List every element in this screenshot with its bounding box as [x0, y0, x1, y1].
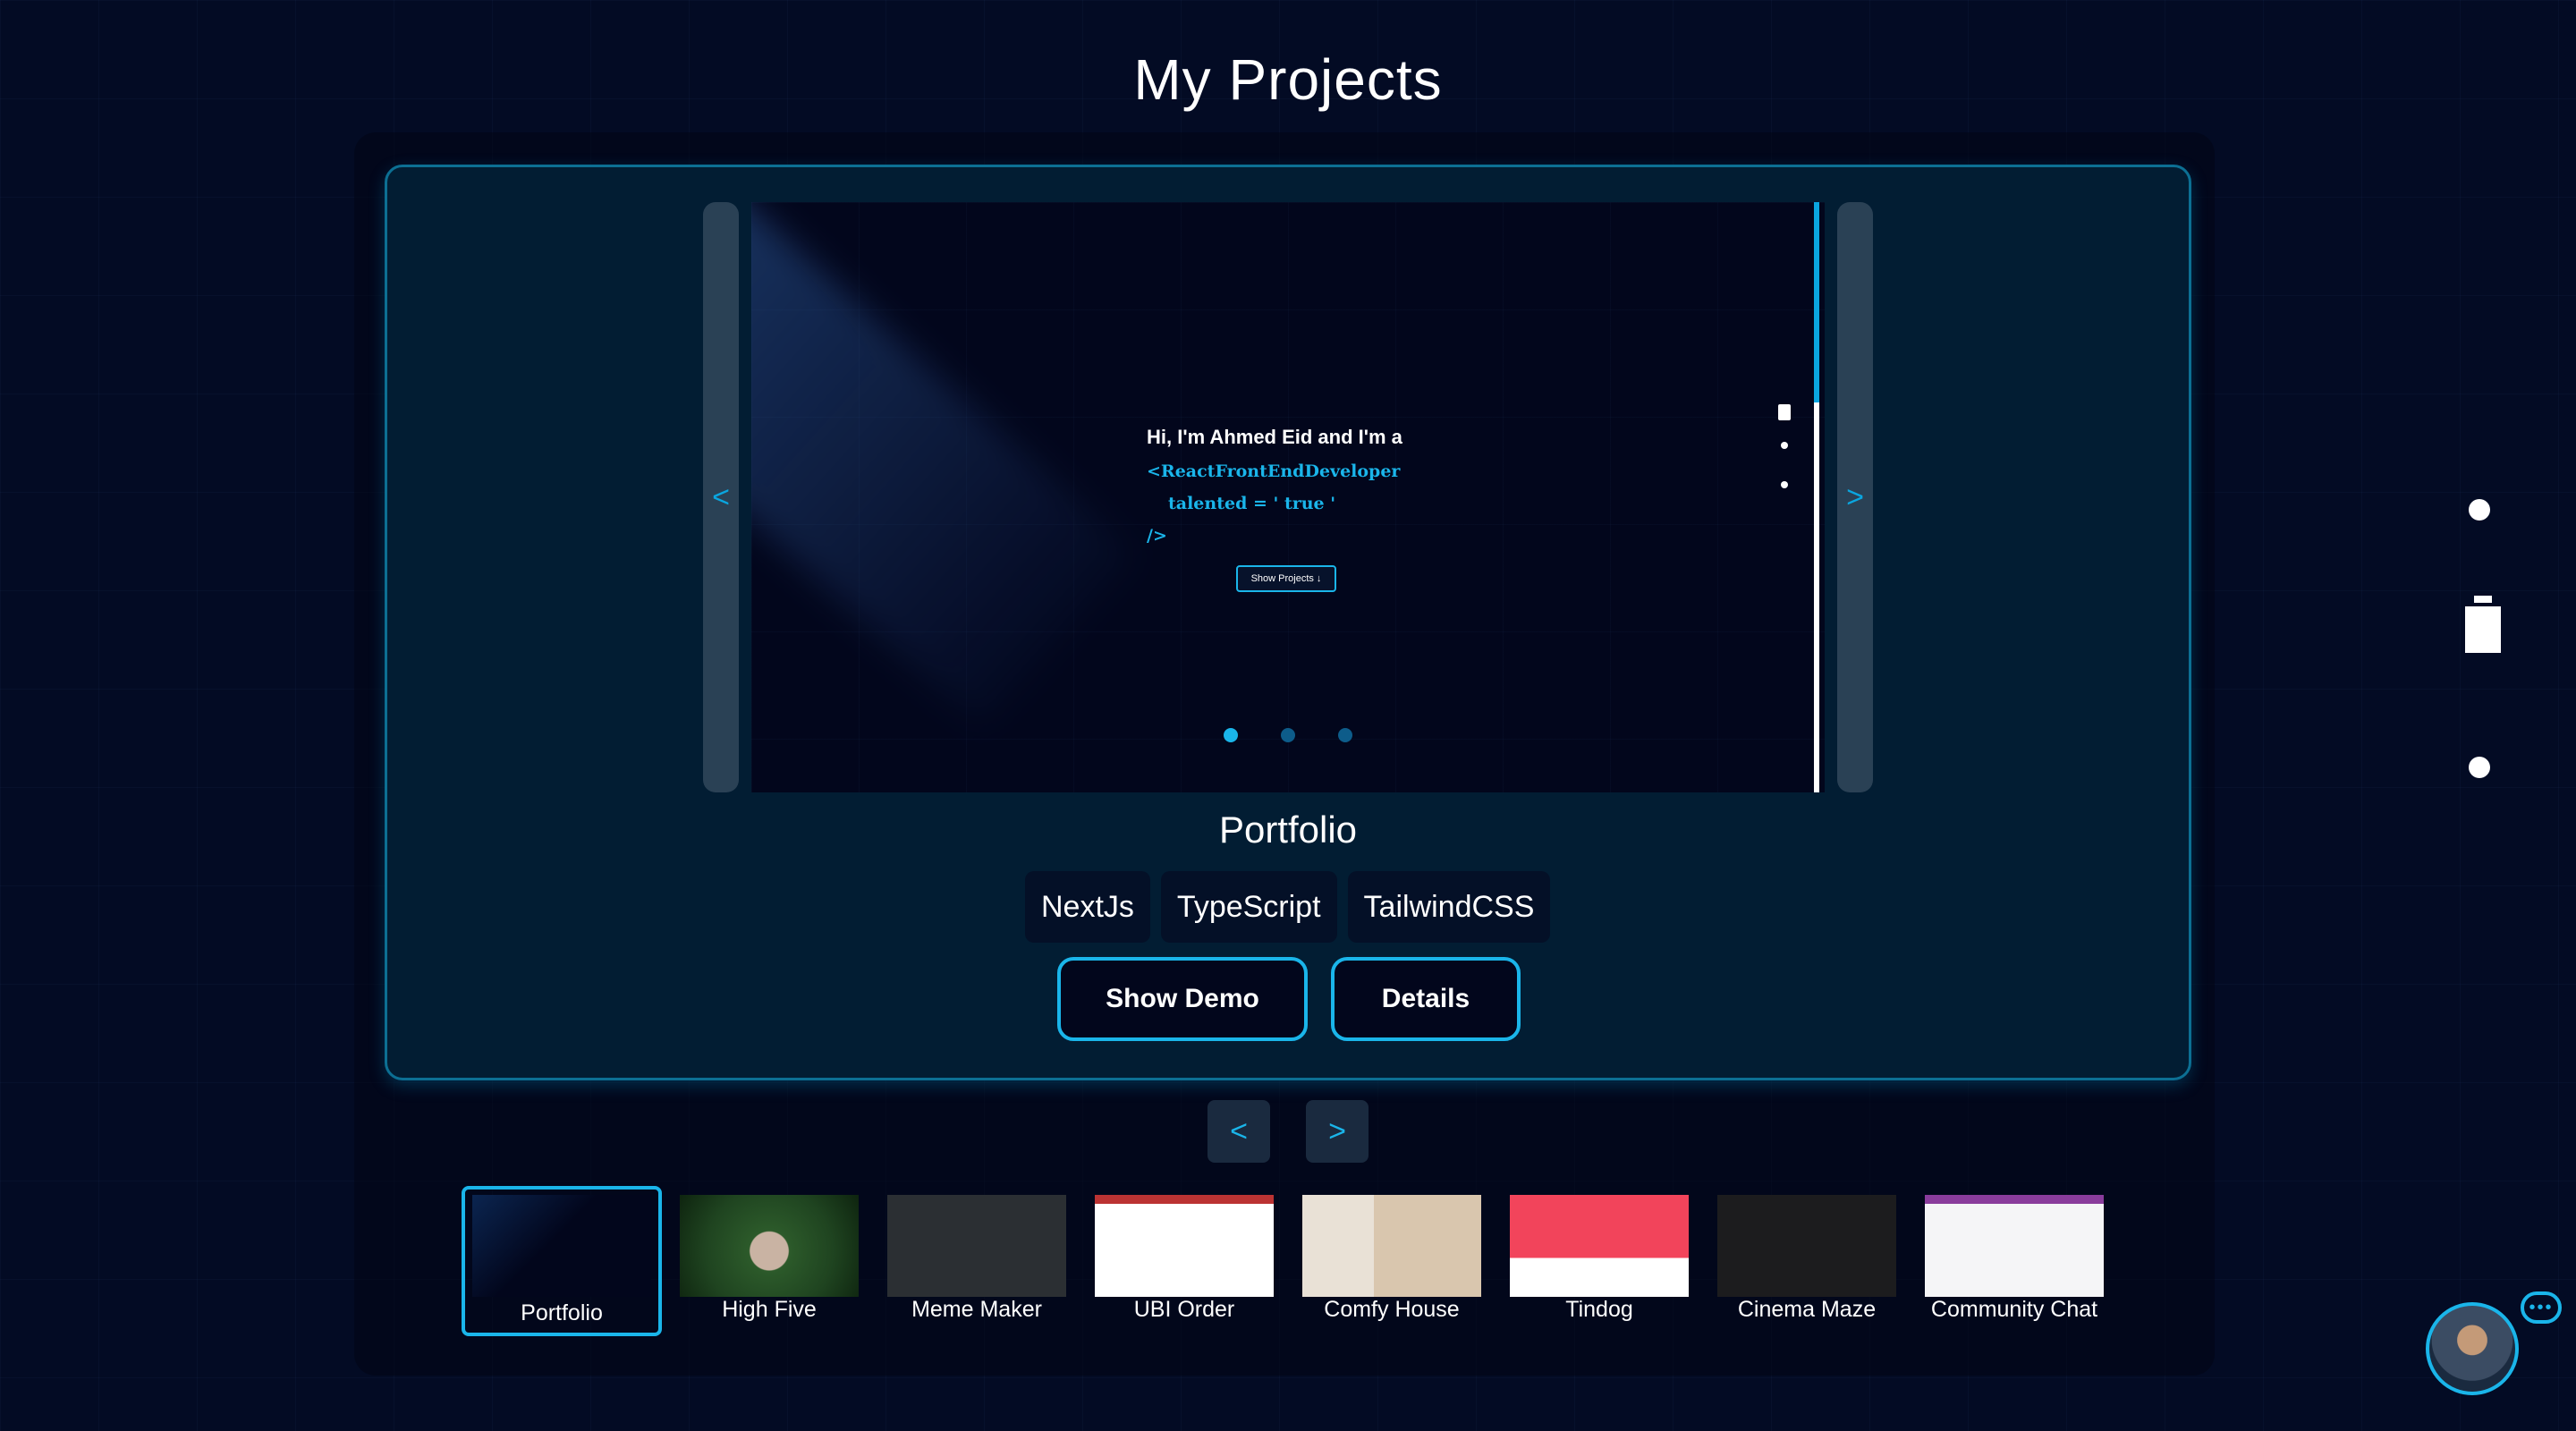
details-button[interactable]: Details: [1331, 957, 1521, 1041]
thumbnail-image: [887, 1195, 1066, 1297]
thumbnail-cinema-maze[interactable]: Cinema Maze: [1717, 1186, 1896, 1336]
avatar[interactable]: [2426, 1302, 2519, 1395]
clipboard-icon: [1778, 404, 1791, 420]
preview-greeting: Hi, I'm Ahmed Eid and I'm a: [1147, 426, 1402, 448]
project-name: Portfolio: [1218, 809, 1358, 851]
nav-dot-icon: [1781, 442, 1788, 449]
pager-next-button[interactable]: >: [1306, 1100, 1368, 1163]
thumbnail-portfolio[interactable]: Portfolio: [462, 1186, 662, 1336]
thumbnail-image: [472, 1195, 651, 1297]
rail-dot-icon[interactable]: [2469, 499, 2490, 521]
preview-next-button[interactable]: >: [1837, 202, 1873, 792]
clipboard-icon[interactable]: [2465, 596, 2501, 653]
preview-code-line: />: [1147, 526, 1167, 546]
thumbnail-label: Meme Maker: [911, 1297, 1042, 1322]
project-actions: Show Demo Details: [1057, 957, 1521, 1041]
chat-bubble-icon[interactable]: •••: [2521, 1291, 2562, 1324]
preview-prev-button[interactable]: <: [703, 202, 739, 792]
project-thumbnails: Portfolio High Five Meme Maker UBI Order…: [462, 1186, 2104, 1336]
thumbnail-label: Cinema Maze: [1737, 1297, 1877, 1322]
pager-prev-button[interactable]: <: [1208, 1100, 1270, 1163]
page-title: My Projects: [1133, 47, 1443, 112]
thumbnail-comfy-house[interactable]: Comfy House: [1302, 1186, 1481, 1336]
preview-scroll-thumb: [1814, 202, 1819, 402]
preview-slide-dots: [1224, 728, 1352, 742]
thumbnail-tindog[interactable]: Tindog: [1510, 1186, 1689, 1336]
project-preview: Hi, I'm Ahmed Eid and I'm a <ReactFrontE…: [751, 202, 1825, 792]
thumbnail-label: Community Chat: [1930, 1297, 2098, 1322]
clipboard-body: [2465, 606, 2501, 653]
thumbnail-pager: < >: [1208, 1100, 1368, 1163]
preview-code-line: talented = ' true ': [1168, 494, 1336, 513]
thumbnail-label: Tindog: [1565, 1297, 1633, 1322]
tech-tags: NextJs TypeScript TailwindCSS: [1025, 871, 1551, 943]
thumbnail-image: [1717, 1195, 1896, 1297]
preview-hero: Hi, I'm Ahmed Eid and I'm a <ReactFrontE…: [1147, 426, 1402, 546]
preview-show-projects-button[interactable]: Show Projects ↓: [1236, 565, 1336, 592]
nav-dot-icon: [1781, 481, 1788, 488]
thumbnail-image: [1095, 1195, 1274, 1297]
thumbnail-label: UBI Order: [1133, 1297, 1235, 1322]
thumbnail-image: [1925, 1195, 2104, 1297]
slide-dot[interactable]: [1338, 728, 1352, 742]
thumbnail-label: Portfolio: [521, 1300, 603, 1325]
tech-tag: TailwindCSS: [1347, 871, 1551, 943]
thumbnail-label: Comfy House: [1324, 1297, 1460, 1322]
tech-tag: TypeScript: [1160, 871, 1337, 943]
thumbnail-image: [1510, 1195, 1689, 1297]
slide-dot[interactable]: [1224, 728, 1238, 742]
thumbnail-label: High Five: [722, 1297, 817, 1322]
thumbnail-image: [1302, 1195, 1481, 1297]
rail-dot-icon[interactable]: [2469, 757, 2490, 778]
slide-dot[interactable]: [1281, 728, 1295, 742]
thumbnail-high-five[interactable]: High Five: [680, 1186, 859, 1336]
show-demo-button[interactable]: Show Demo: [1057, 957, 1308, 1041]
thumbnail-ubi-order[interactable]: UBI Order: [1095, 1186, 1274, 1336]
tech-tag: NextJs: [1025, 871, 1150, 943]
thumbnail-image: [680, 1195, 859, 1297]
thumbnail-community-chat[interactable]: Community Chat: [1925, 1186, 2104, 1336]
preview-code-line: <ReactFrontEndDeveloper: [1147, 461, 1401, 481]
clipboard-lid: [2474, 596, 2492, 603]
thumbnail-meme-maker[interactable]: Meme Maker: [887, 1186, 1066, 1336]
